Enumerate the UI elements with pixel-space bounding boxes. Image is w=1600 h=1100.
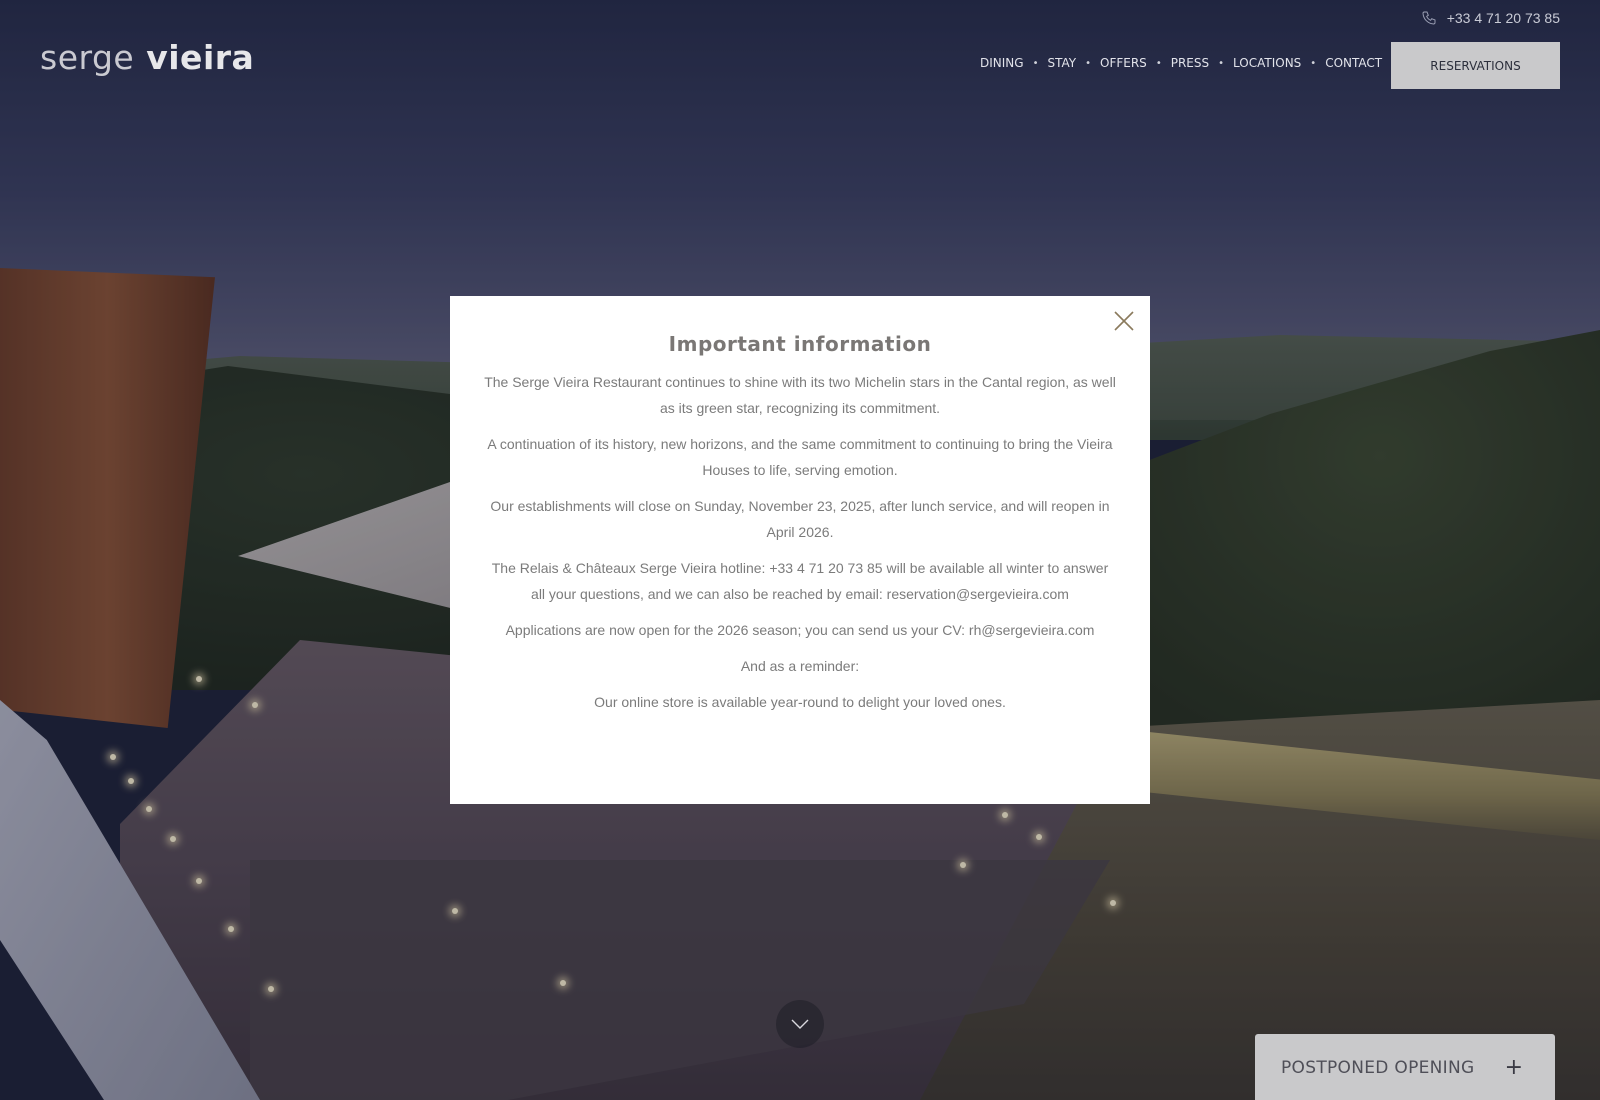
logo[interactable]: serge vieira — [40, 38, 254, 77]
nav-item-press[interactable]: PRESS — [1171, 56, 1209, 70]
info-modal: Important information The Serge Vieira R… — [450, 296, 1150, 804]
modal-paragraph: The Serge Vieira Restaurant continues to… — [484, 374, 1116, 416]
modal-paragraph: And as a reminder: — [740, 658, 860, 674]
close-icon[interactable] — [1112, 309, 1136, 333]
plus-icon[interactable]: + — [1505, 1057, 1523, 1079]
phone-number[interactable]: +33 4 71 20 73 85 — [1447, 10, 1560, 26]
modal-title: Important information — [668, 332, 932, 356]
nav-item-offers[interactable]: OFFERS — [1100, 56, 1147, 70]
logo-last-name: vieira — [146, 38, 255, 77]
chevron-down-icon — [791, 1019, 809, 1029]
modal-paragraph: A continuation of its history, new horiz… — [487, 436, 1113, 478]
nav-separator: • — [1085, 57, 1092, 69]
reservations-button[interactable]: RESERVATIONS — [1391, 42, 1560, 89]
nav-item-stay[interactable]: STAY — [1047, 56, 1076, 70]
modal-paragraph: Our establishments will close on Sunday,… — [490, 498, 1110, 540]
modal-paragraph: Applications are now open for the 2026 s… — [505, 622, 1095, 638]
postponed-opening-tab[interactable]: POSTPONED OPENING + — [1255, 1034, 1555, 1100]
main-nav: DINING • STAY • OFFERS • PRESS • LOCATIO… — [980, 56, 1382, 70]
postponed-opening-label: POSTPONED OPENING — [1281, 1058, 1475, 1078]
nav-separator: • — [1155, 57, 1162, 69]
modal-paragraph: Our online store is available year-round… — [594, 694, 1006, 710]
nav-separator: • — [1218, 57, 1225, 69]
nav-item-contact[interactable]: CONTACT — [1325, 56, 1382, 70]
nav-separator: • — [1032, 57, 1039, 69]
nav-item-locations[interactable]: LOCATIONS — [1233, 56, 1301, 70]
header-phone[interactable]: +33 4 71 20 73 85 — [1421, 10, 1560, 26]
nav-separator: • — [1310, 57, 1317, 69]
phone-icon — [1422, 11, 1436, 25]
modal-paragraph: The Relais & Châteaux Serge Vieira hotli… — [491, 560, 1109, 602]
logo-first-name: serge — [40, 38, 135, 77]
nav-item-dining[interactable]: DINING — [980, 56, 1024, 70]
scroll-down-button[interactable] — [776, 1000, 824, 1048]
